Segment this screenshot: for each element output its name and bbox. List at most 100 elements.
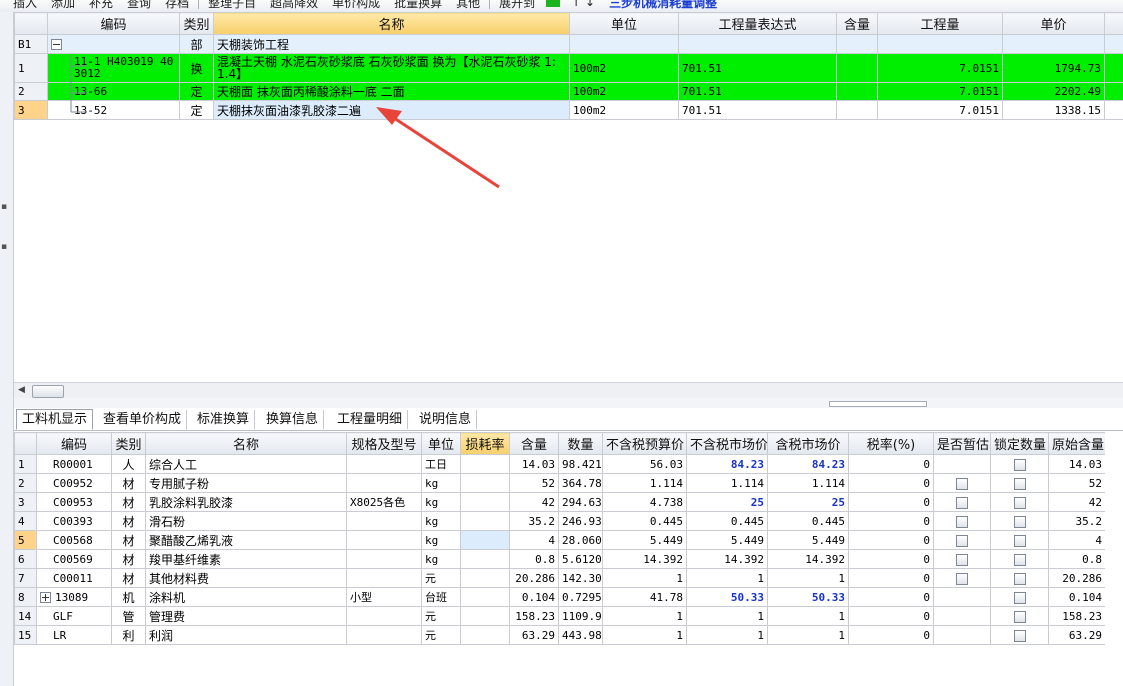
lock-quantity-cell[interactable]	[990, 549, 1049, 569]
market-price-inc-tax-cell[interactable]: 84.23	[767, 454, 849, 474]
category-cell[interactable]: 材	[111, 492, 146, 512]
tax-rate-cell[interactable]: 0	[848, 549, 934, 569]
col-unit[interactable]: 单位	[421, 432, 461, 455]
spec-cell[interactable]	[346, 473, 422, 493]
price-cell[interactable]	[1002, 34, 1105, 54]
name-cell[interactable]: 混凝土天棚 水泥石灰砂浆底 石灰砂浆面 换为【水泥石灰砂浆 1: 1.4】	[213, 53, 570, 83]
market-price-ex-tax-cell[interactable]: 14.392	[686, 549, 768, 569]
category-cell[interactable]: 机	[111, 587, 146, 607]
provisional-cell[interactable]	[933, 625, 991, 645]
spec-cell[interactable]	[346, 549, 422, 569]
category-cell[interactable]: 材	[111, 530, 146, 550]
supplement-button[interactable]: 补充	[82, 0, 120, 11]
name-cell[interactable]: 天棚装饰工程	[213, 34, 570, 54]
code-cell[interactable]: C00568	[36, 530, 112, 550]
spec-cell[interactable]	[346, 606, 422, 626]
content-cell[interactable]: 14.03	[509, 454, 559, 474]
arrow-icons[interactable]: ↑ ↓	[564, 0, 602, 9]
provisional-cell[interactable]	[933, 511, 991, 531]
unit-cell[interactable]: kg	[421, 530, 461, 550]
horizontal-scrollbar[interactable]: ◀	[14, 382, 1123, 399]
lock-quantity-cell[interactable]	[990, 454, 1049, 474]
market-price-inc-tax-cell[interactable]: 25	[767, 492, 849, 512]
quantity-cell[interactable]: 1109.99	[558, 606, 603, 626]
spec-cell[interactable]: X8025各色	[346, 492, 422, 512]
batch-convert-button[interactable]: 批量换算	[387, 0, 449, 11]
quantity-cell[interactable]: 28.0604	[558, 530, 603, 550]
market-price-ex-tax-cell[interactable]: 0.445	[686, 511, 768, 531]
spec-cell[interactable]	[346, 511, 422, 531]
col-category[interactable]: 类别	[179, 12, 214, 35]
category-cell[interactable]: 定	[179, 100, 214, 120]
loss-rate-cell[interactable]	[460, 606, 510, 626]
lock-quantity-cell[interactable]	[990, 625, 1049, 645]
code-cell[interactable]: R00001	[36, 454, 112, 474]
market-price-inc-tax-cell[interactable]: 1.114	[767, 473, 849, 493]
category-cell[interactable]: 定	[179, 82, 214, 101]
col-loss-rate[interactable]: 损耗率	[460, 432, 510, 455]
quantity-cell[interactable]: 294.634	[558, 492, 603, 512]
other-button[interactable]: 其他	[449, 0, 487, 11]
expand-to-button[interactable]: 展开到	[492, 0, 542, 11]
table-row[interactable]: 2C00952材专用腻子粉kg52364.7851.1141.1141.1140…	[14, 473, 1106, 493]
lock-quantity-checkbox[interactable]	[1013, 477, 1026, 490]
category-cell[interactable]: 管	[111, 606, 146, 626]
quantity-cell[interactable]: 364.785	[558, 473, 603, 493]
unit-cell[interactable]: kg	[421, 549, 461, 569]
code-cell[interactable]: 11-1 H403019 40 3012	[47, 53, 180, 83]
lock-quantity-checkbox[interactable]	[1013, 496, 1026, 509]
budget-price-cell[interactable]: 1.114	[602, 473, 687, 493]
code-cell[interactable]: 13-66	[47, 82, 180, 101]
budget-price-cell[interactable]: 1	[602, 606, 687, 626]
table-row[interactable]: 813089机涂料机小型台班0.1040.7295741.7850.3350.3…	[14, 587, 1106, 607]
unit-cell[interactable]: 100m2	[569, 82, 679, 101]
code-cell[interactable]: GLF	[36, 606, 112, 626]
provisional-checkbox[interactable]	[956, 553, 968, 566]
provisional-cell[interactable]	[933, 549, 991, 569]
table-row-selected[interactable]: 3 13-52 定 天棚抹灰面油漆乳胶漆二遍 100m2 701.51 7.01…	[14, 100, 1123, 120]
provisional-cell[interactable]	[933, 473, 991, 493]
lock-quantity-checkbox[interactable]	[1013, 534, 1026, 547]
quantity-cell[interactable]: 5.61208	[558, 549, 603, 569]
unit-cell[interactable]: 台班	[421, 587, 461, 607]
lock-quantity-checkbox[interactable]	[1013, 629, 1026, 642]
col-code[interactable]: 编码	[36, 432, 112, 455]
original-content-cell[interactable]: 42	[1048, 492, 1106, 512]
provisional-cell[interactable]	[933, 606, 991, 626]
budget-price-cell[interactable]: 56.03	[602, 454, 687, 474]
content-cell[interactable]: 52	[509, 473, 559, 493]
lock-quantity-checkbox[interactable]	[1013, 610, 1026, 623]
category-cell[interactable]: 材	[111, 473, 146, 493]
scroll-thumb[interactable]	[32, 385, 64, 398]
market-price-ex-tax-cell[interactable]: 25	[686, 492, 768, 512]
tab-standard-conversion[interactable]: 标准换算	[192, 410, 256, 429]
original-content-cell[interactable]: 52	[1048, 473, 1106, 493]
market-price-inc-tax-cell[interactable]: 50.33	[767, 587, 849, 607]
original-content-cell[interactable]: 4	[1048, 530, 1106, 550]
expression-cell[interactable]	[678, 34, 837, 54]
tax-rate-cell[interactable]: 0	[848, 606, 934, 626]
lock-quantity-cell[interactable]	[990, 568, 1049, 588]
scroll-left-icon[interactable]: ◀	[18, 385, 25, 395]
lock-quantity-checkbox[interactable]	[1013, 591, 1026, 604]
name-cell[interactable]: 天棚抹灰面油漆乳胶漆二遍	[213, 100, 570, 120]
content-cell[interactable]	[836, 82, 878, 101]
code-cell[interactable]: C00569	[36, 549, 112, 569]
spec-cell[interactable]: 小型	[346, 587, 422, 607]
original-content-cell[interactable]: 158.23	[1048, 606, 1106, 626]
provisional-cell[interactable]	[933, 568, 991, 588]
market-price-inc-tax-cell[interactable]: 14.392	[767, 549, 849, 569]
market-price-ex-tax-cell[interactable]: 5.449	[686, 530, 768, 550]
code-cell[interactable]: C00011	[36, 568, 112, 588]
market-price-inc-tax-cell[interactable]: 1	[767, 625, 849, 645]
category-cell[interactable]: 材	[111, 568, 146, 588]
unit-cell[interactable]: 工日	[421, 454, 461, 474]
tab-price-composition[interactable]: 查看单价构成	[98, 410, 188, 429]
category-cell[interactable]: 利	[111, 625, 146, 645]
unit-cell[interactable]: kg	[421, 492, 461, 512]
market-price-inc-tax-cell[interactable]: 1	[767, 568, 849, 588]
col-market-price-ex-tax[interactable]: 不含税市场价	[686, 432, 768, 455]
original-content-cell[interactable]: 14.03	[1048, 454, 1106, 474]
tab-description[interactable]: 说明信息	[414, 410, 478, 429]
market-price-ex-tax-cell[interactable]: 1.114	[686, 473, 768, 493]
